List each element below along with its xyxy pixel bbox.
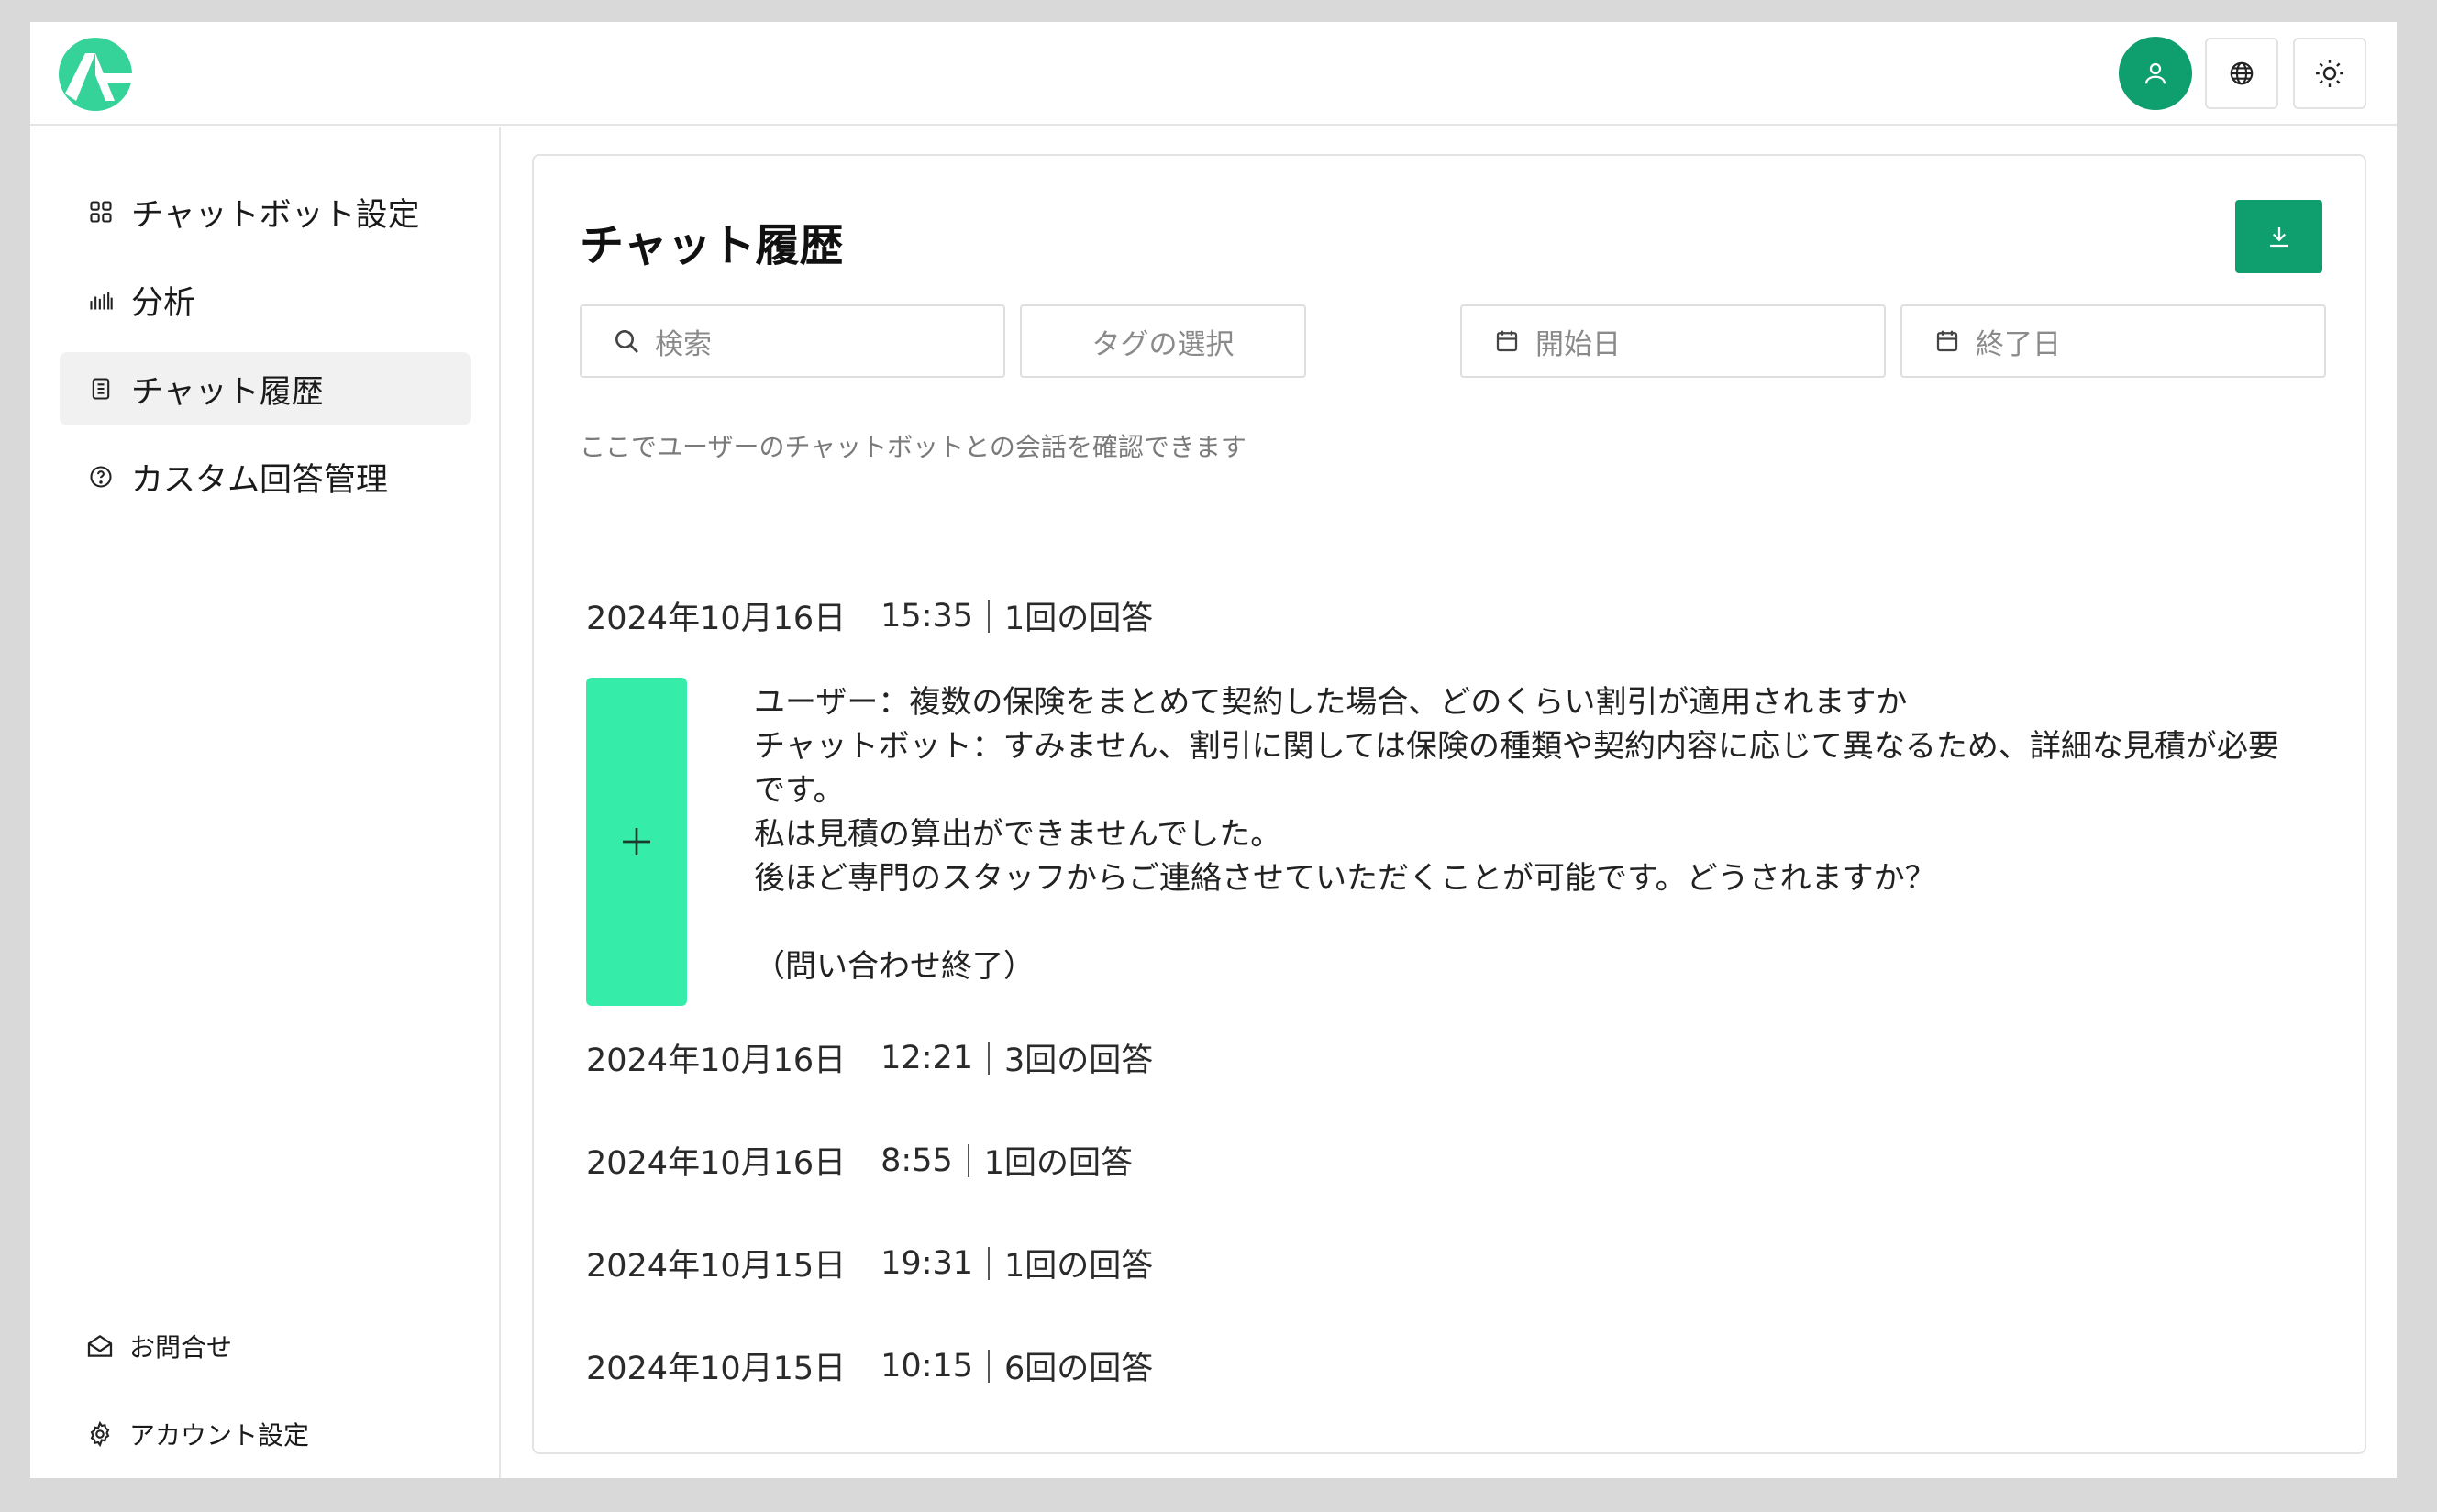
entry-answer-count: 1回の回答	[1004, 1248, 1154, 1285]
start-date-placeholder: 開始日	[1535, 327, 1621, 361]
chat-entry-header[interactable]: 2024年10月16日 15:35 1回の回答	[586, 592, 1153, 639]
end-date-picker[interactable]: 終了日	[1900, 304, 2326, 378]
conversation-line: 私は見積の算出ができませんでした。	[754, 816, 1282, 853]
user-avatar-button[interactable]	[2119, 37, 2192, 110]
entry-time: 19:31	[881, 1244, 974, 1282]
conversation-line: （問い合わせ終了）	[754, 948, 1035, 985]
end-date-placeholder: 終了日	[1976, 327, 2061, 361]
conversation-transcript: ユーザー：複数の保険をまとめて契約した場合、どのくらい割引が適用されますか チャ…	[754, 680, 2304, 988]
chat-entry-header[interactable]: 2024年10月15日 10:15 6回の回答	[586, 1342, 1153, 1389]
app-window: チャットボット設定 分析 チャット履歴 カスタム回答管理 お問合せ アカウント設…	[30, 22, 2397, 1478]
chat-entry-header[interactable]: 2024年10月16日 12:21 3回の回答	[586, 1034, 1153, 1081]
start-date-picker[interactable]: 開始日	[1460, 304, 1886, 378]
divider	[988, 599, 991, 633]
tag-select[interactable]: タグの選択	[1020, 304, 1306, 378]
sidebar-item-label: チャットボット設定	[131, 196, 420, 234]
sidebar-item-label: チャット履歴	[131, 373, 324, 411]
sidebar-item-label: カスタム回答管理	[131, 461, 389, 499]
expand-conversation-button[interactable]	[586, 678, 687, 1006]
mail-icon	[85, 1331, 115, 1361]
sidebar-item-account-settings[interactable]: アカウント設定	[85, 1411, 309, 1457]
entry-date: 2024年10月16日	[586, 1043, 847, 1079]
sun-icon	[2316, 60, 2343, 87]
entry-answer-count: 6回の回答	[1004, 1351, 1154, 1387]
entry-date: 2024年10月15日	[586, 1351, 847, 1387]
gear-icon	[85, 1419, 115, 1449]
conversation-line: チャットボット：すみません、割引に関しては保険の種類や契約内容に応じて異なるため…	[754, 728, 2279, 809]
conversation-line: ユーザー：複数の保険をまとめて契約した場合、どのくらい割引が適用されますか	[754, 684, 1908, 721]
help-circle-icon	[87, 463, 115, 491]
sidebar-item-contact[interactable]: お問合せ	[85, 1323, 232, 1369]
entry-answer-count: 1回の回答	[1004, 601, 1154, 637]
conversation-line	[754, 900, 2304, 944]
conversation-line: 後ほど専門のスタッフからご連絡させていただくことが可能です。どうされますか？	[754, 860, 1936, 897]
divider	[988, 1246, 991, 1280]
sidebar: チャットボット設定 分析 チャット履歴 カスタム回答管理 お問合せ アカウント設…	[30, 127, 501, 1478]
entry-time: 8:55	[881, 1142, 953, 1179]
sidebar-item-chatbot-settings[interactable]: チャットボット設定	[60, 175, 471, 248]
chat-history-panel: チャット履歴 検索 タグの選択 開始日 終了日 ここでユーザーのチャットボットと…	[532, 154, 2366, 1454]
sidebar-item-label: アカウント設定	[129, 1420, 310, 1451]
download-button[interactable]	[2235, 200, 2322, 273]
search-icon	[611, 326, 642, 357]
entry-answer-count: 1回の回答	[983, 1145, 1134, 1182]
brand-logo-icon[interactable]	[58, 37, 135, 112]
download-icon	[2269, 227, 2288, 248]
user-icon	[2144, 62, 2166, 84]
chat-entry-header[interactable]: 2024年10月16日 8:55 1回の回答	[586, 1137, 1133, 1184]
divider	[988, 1349, 991, 1383]
entry-answer-count: 3回の回答	[1004, 1043, 1154, 1079]
theme-toggle-button[interactable]	[2293, 38, 2366, 109]
calendar-icon	[1932, 326, 1963, 357]
page-description: ここでユーザーのチャットボットとの会話を確認できます	[580, 432, 1246, 462]
tag-select-placeholder: タグの選択	[1091, 327, 1235, 361]
grid-icon	[87, 198, 115, 226]
language-button[interactable]	[2205, 38, 2278, 109]
bar-chart-icon	[87, 286, 115, 314]
top-bar	[30, 22, 2397, 126]
sidebar-item-label: お問合せ	[129, 1332, 233, 1363]
sidebar-item-chat-history[interactable]: チャット履歴	[60, 352, 471, 425]
chat-entry-header[interactable]: 2024年10月15日 19:31 1回の回答	[586, 1240, 1153, 1286]
calendar-icon	[1491, 326, 1523, 357]
entry-time: 12:21	[881, 1039, 974, 1076]
divider	[967, 1143, 969, 1177]
entry-date: 2024年10月15日	[586, 1248, 847, 1285]
entry-time: 15:35	[881, 597, 974, 635]
search-placeholder: 検索	[655, 327, 712, 361]
entry-time: 10:15	[881, 1347, 974, 1385]
sidebar-item-custom-answers[interactable]: カスタム回答管理	[60, 440, 471, 513]
globe-icon	[2230, 61, 2254, 85]
search-input[interactable]: 検索	[580, 304, 1005, 378]
document-icon	[87, 375, 115, 403]
entry-date: 2024年10月16日	[586, 601, 847, 637]
plus-icon	[623, 828, 650, 855]
entry-date: 2024年10月16日	[586, 1145, 847, 1182]
sidebar-item-label: 分析	[131, 284, 196, 322]
divider	[988, 1041, 991, 1075]
sidebar-item-analytics[interactable]: 分析	[60, 263, 471, 337]
page-title: チャット履歴	[580, 220, 844, 271]
